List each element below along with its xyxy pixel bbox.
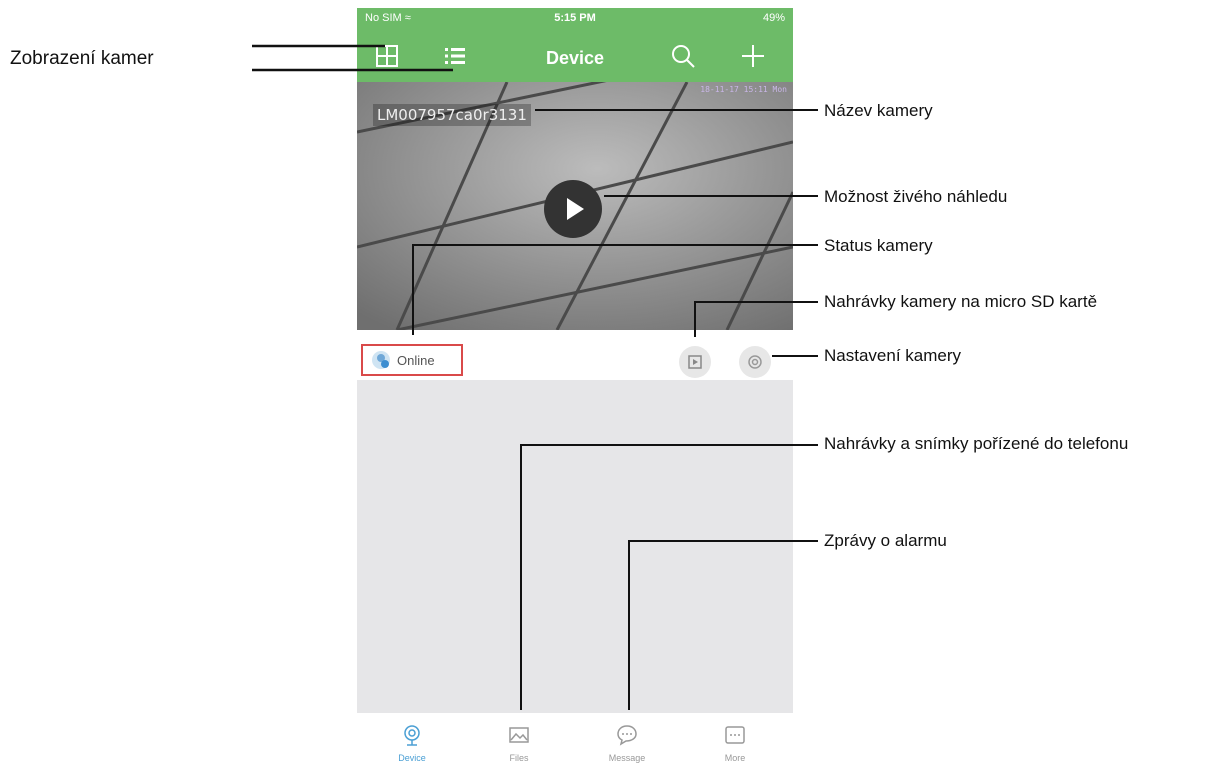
tab-device[interactable]: Device: [367, 723, 457, 763]
search-icon[interactable]: [669, 42, 697, 70]
tab-files[interactable]: Files: [474, 723, 564, 763]
annotation-phone-recordings: Nahrávky a snímky pořízené do telefonu: [824, 434, 1129, 453]
tab-device-label: Device: [398, 753, 426, 763]
sd-playback-button[interactable]: [679, 346, 711, 378]
annotation-sd-recordings: Nahrávky kamery na micro SD kartě: [824, 292, 1098, 311]
tab-message[interactable]: Message: [582, 723, 672, 763]
more-icon: [725, 726, 745, 744]
top-bar: No SIM ≈ 5:15 PM 49% Device: [357, 8, 793, 82]
status-bar: No SIM ≈ 5:15 PM 49%: [357, 8, 793, 28]
play-button[interactable]: [544, 180, 602, 238]
status-time: 5:15 PM: [554, 12, 596, 24]
add-icon[interactable]: [739, 42, 767, 70]
page-title: Device: [545, 48, 605, 68]
annotation-camera-settings: Nastavení kamery: [824, 346, 961, 365]
online-status-icon: [372, 351, 390, 369]
playback-icon: [688, 355, 702, 369]
play-icon: [567, 198, 584, 220]
tab-more-label: More: [724, 753, 746, 763]
camera-icon: [404, 725, 420, 746]
settings-button[interactable]: [739, 346, 771, 378]
bottom-tab-bar: Device Files Message More: [357, 713, 793, 775]
camera-status: Online: [361, 344, 463, 376]
status-battery: 49%: [762, 12, 785, 24]
annotation-camera-view: Zobrazení kamer: [10, 48, 154, 69]
annotation-live-preview: Možnost živého náhledu: [824, 187, 1008, 206]
phone-screen: No SIM ≈ 5:15 PM 49% Device 18-11-17 15:…: [357, 8, 793, 775]
camera-name: LM007957ca0r3131: [373, 104, 531, 126]
camera-timestamp: 18-11-17 15:11 Mon: [700, 85, 787, 94]
chat-icon: [617, 725, 637, 746]
tab-message-label: Message: [608, 753, 646, 763]
tab-more[interactable]: More: [690, 723, 780, 763]
annotation-camera-status: Status kamery: [824, 236, 933, 255]
annotation-alarm-messages: Zprávy o alarmu: [824, 531, 947, 550]
gear-icon: [748, 355, 762, 369]
tab-files-label: Files: [509, 753, 529, 763]
image-icon: [509, 727, 529, 743]
online-label: Online: [397, 353, 435, 368]
camera-preview[interactable]: 18-11-17 15:11 Mon LM007957ca0r3131: [357, 82, 793, 330]
annotation-camera-name: Název kamery: [824, 101, 933, 120]
device-action-row: Online: [357, 330, 793, 380]
